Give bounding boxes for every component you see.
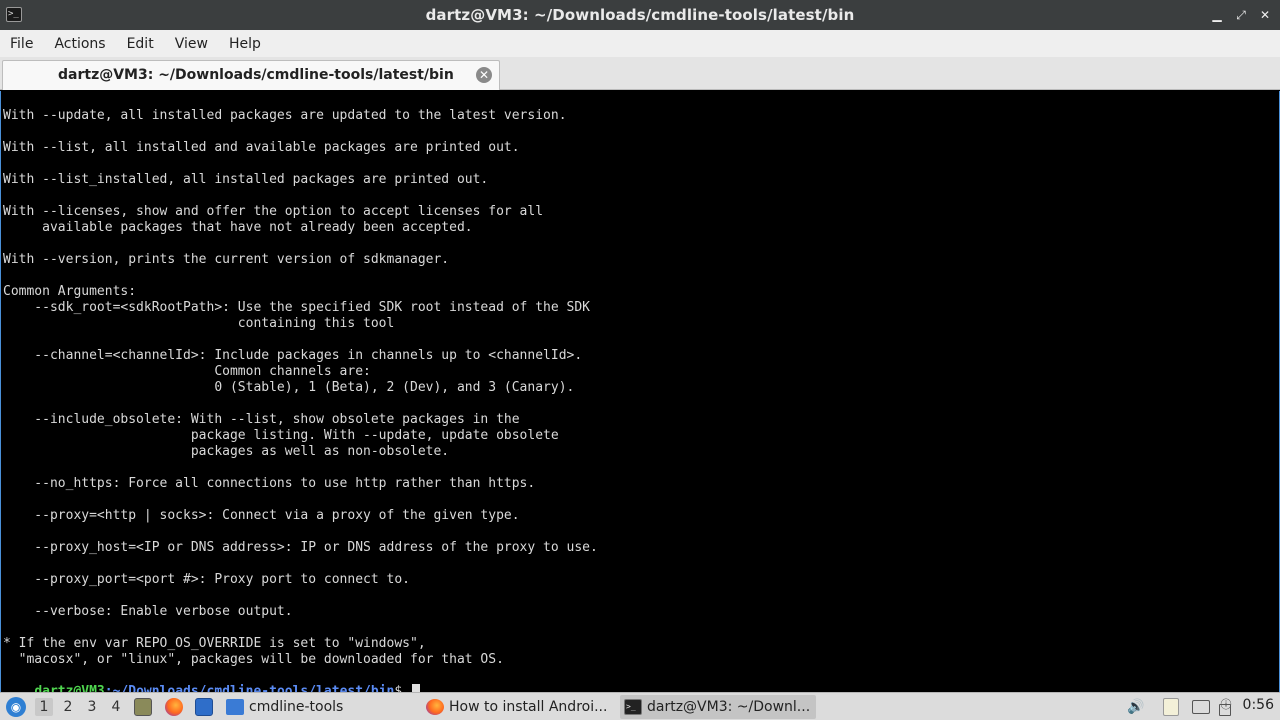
terminal-view[interactable]: With --update, all installed packages ar… — [0, 91, 1280, 692]
task-cmdline-tools[interactable]: cmdline-tools — [222, 695, 418, 719]
close-button[interactable]: ✕ — [1258, 8, 1272, 22]
menu-edit[interactable]: Edit — [127, 36, 154, 52]
tab-bar: dartz@VM3: ~/Downloads/cmdline-tools/lat… — [0, 57, 1280, 90]
folder-icon — [226, 699, 244, 715]
prompt-path: :~/Downloads/cmdline-tools/latest/bin — [104, 684, 395, 692]
terminal-line: available packages that have not already… — [3, 220, 473, 235]
terminal-line: --proxy=<http | socks>: Connect via a pr… — [3, 508, 520, 523]
terminal-line: 0 (Stable), 1 (Beta), 2 (Dev), and 3 (Ca… — [3, 380, 575, 395]
task-terminal[interactable]: >_ dartz@VM3: ~/Downl... — [620, 695, 816, 719]
terminal-line: --include_obsolete: With --list, show ob… — [3, 412, 520, 427]
workspace-4[interactable]: 4 — [107, 698, 125, 716]
terminal-tab[interactable]: dartz@VM3: ~/Downloads/cmdline-tools/lat… — [2, 60, 500, 90]
prompt-symbol: $ — [394, 684, 411, 692]
clock: 0:56 — [1242, 697, 1274, 713]
window-title: dartz@VM3: ~/Downloads/cmdline-tools/lat… — [425, 6, 855, 24]
terminal-line: "macosx", or "linux", packages will be d… — [3, 652, 504, 667]
tab-label: dartz@VM3: ~/Downloads/cmdline-tools/lat… — [58, 67, 454, 83]
terminal-line: * If the env var REPO_OS_OVERRIDE is set… — [3, 636, 426, 651]
window-controls: ▁ ⤢ ✕ — [1210, 0, 1272, 30]
power-icon[interactable] — [1219, 704, 1231, 716]
text-cursor — [412, 684, 421, 692]
firefox-icon — [426, 699, 444, 715]
prompt-user-host: dartz@VM3 — [34, 684, 105, 692]
terminal-line: With --version, prints the current versi… — [3, 252, 450, 267]
menu-file[interactable]: File — [10, 36, 33, 52]
terminal-line: Common Arguments: — [3, 284, 137, 299]
task-label: dartz@VM3: ~/Downl... — [647, 699, 811, 715]
task-firefox[interactable]: How to install Androi... — [422, 695, 618, 719]
volume-icon[interactable]: 🔊 — [1127, 698, 1145, 716]
start-menu-icon[interactable]: ◉ — [6, 697, 26, 717]
terminal-line: With --list_installed, all installed pac… — [3, 172, 489, 187]
file-manager-icon[interactable] — [134, 698, 152, 716]
terminal-line: --proxy_port=<port #>: Proxy port to con… — [3, 572, 410, 587]
terminal-line: --sdk_root=<sdkRootPath>: Use the specif… — [3, 300, 590, 315]
task-label: How to install Androi... — [449, 699, 608, 715]
task-label: cmdline-tools — [249, 699, 344, 715]
display-icon[interactable] — [1192, 700, 1210, 714]
workspace-1[interactable]: 1 — [35, 698, 53, 716]
minimize-button[interactable]: ▁ — [1210, 8, 1224, 22]
window-titlebar: >_ dartz@VM3: ~/Downloads/cmdline-tools/… — [0, 0, 1280, 30]
firefox-launcher-icon[interactable] — [165, 698, 183, 716]
terminal-line: --verbose: Enable verbose output. — [3, 604, 293, 619]
terminal-line: Common channels are: — [3, 364, 371, 379]
menu-help[interactable]: Help — [229, 36, 261, 52]
menu-actions[interactable]: Actions — [54, 36, 105, 52]
terminal-icon: >_ — [624, 699, 642, 715]
terminal-line: containing this tool — [3, 316, 395, 331]
taskbar: ◉ 1 2 3 4 cmdline-tools How to install A… — [0, 692, 1280, 720]
maximize-button[interactable]: ⤢ — [1234, 8, 1248, 23]
terminal-icon: >_ — [6, 7, 22, 22]
terminal-output: With --update, all installed packages ar… — [3, 108, 598, 668]
workspace-2[interactable]: 2 — [59, 698, 77, 716]
show-desktop-icon[interactable] — [195, 698, 213, 716]
terminal-line: With --update, all installed packages ar… — [3, 108, 567, 123]
menu-bar: File Actions Edit View Help — [0, 30, 1280, 57]
terminal-line: --proxy_host=<IP or DNS address>: IP or … — [3, 540, 598, 555]
terminal-line: With --licenses, show and offer the opti… — [3, 204, 544, 219]
terminal-line: --channel=<channelId>: Include packages … — [3, 348, 583, 363]
terminal-line: With --list, all installed and available… — [3, 140, 520, 155]
workspace-3[interactable]: 3 — [83, 698, 101, 716]
terminal-line: package listing. With --update, update o… — [3, 428, 559, 443]
tab-close-icon[interactable]: ✕ — [476, 67, 492, 83]
menu-view[interactable]: View — [175, 36, 208, 52]
terminal-prompt[interactable]: dartz@VM3:~/Downloads/cmdline-tools/late… — [3, 668, 421, 692]
clipboard-icon[interactable] — [1163, 698, 1179, 716]
terminal-line: packages as well as non-obsolete. — [3, 444, 450, 459]
terminal-line: --no_https: Force all connections to use… — [3, 476, 536, 491]
